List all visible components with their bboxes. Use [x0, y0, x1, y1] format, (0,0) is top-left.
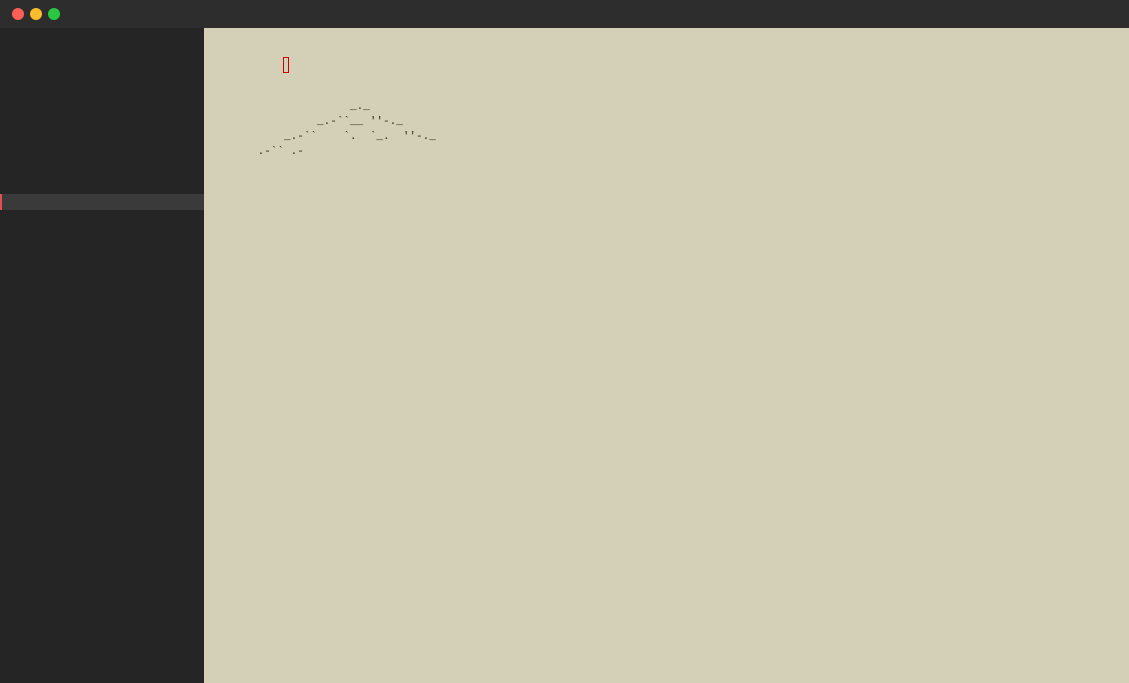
sidebar-top-icons: [0, 28, 204, 52]
sidebar-item-redis-46379[interactable]: [0, 146, 204, 162]
maximize-button[interactable]: [48, 8, 60, 20]
sidebar-item-redis-46381[interactable]: [0, 178, 204, 194]
sidebar-item-sentinel-26381[interactable]: [0, 226, 204, 242]
main-layout: _._ _.-``__ ''-._ _.-`` `. `_. ''-._ .-`…: [0, 28, 1129, 683]
history-item[interactable]: [0, 663, 204, 683]
sidebar-item-redis-36379[interactable]: [0, 98, 204, 114]
ascii-art: _._ _.-``__ ''-._ _.-`` `. `_. ''-._ .-`…: [218, 100, 436, 159]
sidebar: [0, 28, 204, 683]
ascii-redis-section: _._ _.-``__ ''-._ _.-`` `. `_. ''-._ .-`…: [218, 96, 1115, 163]
window-controls[interactable]: [12, 8, 60, 20]
terminal-area: _._ _.-``__ ''-._ _.-`` `. `_. ''-._ .-`…: [204, 28, 1129, 683]
command-line: [218, 38, 1115, 92]
sidebar-item-redis-46380[interactable]: [0, 162, 204, 178]
sidebar-item-redis-36380[interactable]: [0, 114, 204, 130]
sidebar-item-sentinel-26379[interactable]: [0, 194, 204, 210]
titlebar: [0, 0, 1129, 28]
port-forwarding-item[interactable]: [0, 66, 204, 82]
hosts-section-label: [0, 52, 204, 66]
terminal-command: [283, 57, 289, 73]
minimize-button[interactable]: [30, 8, 42, 20]
sidebar-item-redis-36381[interactable]: [0, 130, 204, 146]
sidebar-item-linux[interactable]: [0, 82, 204, 98]
terminal-content[interactable]: _._ _.-``__ ''-._ _.-`` `. `_. ''-._ .-`…: [204, 28, 1129, 683]
sidebar-item-sentinel-26380[interactable]: [0, 210, 204, 226]
close-button[interactable]: [12, 8, 24, 20]
